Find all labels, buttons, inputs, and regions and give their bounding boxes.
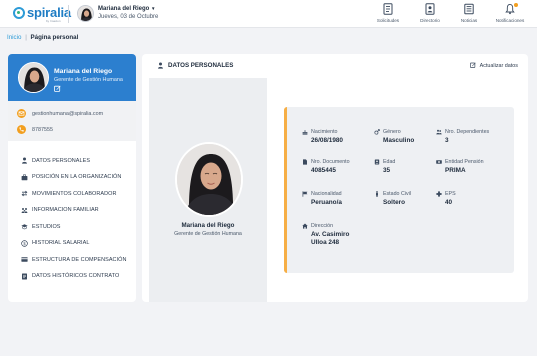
gender-icon (374, 129, 380, 135)
field-value: Soltero (383, 199, 406, 206)
field-label: Estado Civil (383, 191, 411, 197)
field-label: Entidad Pensión (445, 159, 484, 165)
field-value: 40 (445, 199, 453, 206)
money-icon: $ (21, 239, 28, 247)
field-label: Nacionalidad (311, 191, 342, 197)
user-icon (158, 62, 163, 69)
menu-item-label: MOVIMIENTOS COLABORADOR (32, 190, 117, 197)
flag-icon (302, 191, 308, 197)
edit-icon (470, 62, 477, 68)
news-icon (464, 3, 474, 15)
money-bill-icon (436, 160, 442, 164)
menu-item-label: ESTRUCTURA DE COMPENSACIÓN (32, 256, 127, 263)
edit-profile-icon[interactable] (54, 85, 61, 92)
logo-mark-icon (13, 7, 25, 19)
nav-news[interactable]: Noticias (449, 3, 489, 27)
nav-requests[interactable]: Solicitudes (368, 3, 408, 27)
field-label: Edad (383, 159, 396, 165)
svg-text:$: $ (23, 241, 26, 247)
phone-text[interactable]: 8787555 (32, 127, 53, 133)
personal-data-panel: DATOS PERSONALES Actualizar datos Marian… (142, 54, 528, 302)
field-value: 26/08/1980 (311, 137, 343, 144)
briefcase-icon (21, 174, 28, 180)
user-avatar[interactable] (77, 5, 94, 22)
document-icon (22, 273, 27, 279)
nav-notifications[interactable]: Notificaciones (490, 3, 530, 27)
nav-news-label: Noticias (460, 18, 478, 23)
current-date: Jueves, 03 de Octubre (98, 14, 159, 20)
field-value-line2: Ulloa 248 (311, 239, 340, 246)
field-value-line1: Av. Casimiro (311, 231, 350, 238)
requests-icon (383, 3, 393, 15)
profile-name: Mariana del Riego (54, 68, 113, 75)
person-photo (175, 142, 243, 217)
field-label: Nro. Documento (311, 159, 350, 165)
breadcrumb: Inicio | Página personal (7, 34, 78, 41)
field-value: 35 (383, 167, 391, 174)
menu-item-label: POSICIÓN EN LA ORGANIZACIÓN (32, 174, 122, 180)
header-divider (68, 5, 69, 23)
nav-directory[interactable]: Directorio (410, 3, 450, 27)
avatar-photo-icon (78, 6, 93, 21)
breadcrumb-separator: | (25, 34, 27, 41)
user-name-dropdown[interactable]: Mariana del Riego ▼ (98, 6, 156, 12)
profile-role: Gerente de Gestión Humana (54, 77, 123, 83)
profile-sidebar: Mariana del Riego Gerente de Gestión Hum… (8, 54, 136, 302)
field-value: 4085445 (311, 167, 336, 174)
update-data-label: Actualizar datos (479, 63, 518, 69)
person-photo-icon (177, 144, 241, 215)
user-name: Mariana del Riego (98, 6, 150, 12)
user-icon (22, 157, 27, 164)
file-icon (303, 159, 307, 165)
person-name: Mariana del Riego (181, 222, 235, 229)
field-value: 3 (445, 137, 449, 144)
personal-info-card: Nacimiento 26/08/1980 Género Masculino N… (284, 107, 514, 273)
exchange-icon (21, 190, 28, 197)
id-card-icon (374, 159, 380, 165)
cake-icon (302, 130, 308, 135)
directory-icon (425, 3, 435, 15)
field-value: Masculino (383, 137, 415, 144)
home-icon (302, 223, 308, 229)
logo-subtitle: by Imaxion (46, 19, 61, 23)
menu-item-label: DATOS HISTÓRICOS CONTRATO (32, 273, 120, 279)
field-label: Nro. Dependientes (445, 129, 490, 135)
menu-item-label: HISTORIAL SALARIAL (32, 240, 90, 246)
person-icon (376, 191, 378, 197)
update-data-button[interactable]: Actualizar datos (470, 62, 518, 69)
notification-badge (514, 3, 518, 7)
field-label: Género (383, 129, 401, 135)
phone-icon (17, 125, 26, 134)
breadcrumb-home-link[interactable]: Inicio (7, 34, 21, 41)
email-icon (17, 109, 26, 118)
section-title-label: DATOS PERSONALES (168, 62, 234, 69)
family-icon (21, 207, 28, 213)
profile-photo (18, 62, 49, 93)
breadcrumb-current: Página personal (30, 34, 79, 41)
card-icon (21, 257, 28, 262)
menu-item-label: DATOS PERSONALES (32, 157, 91, 164)
users-icon (436, 129, 442, 135)
person-role: Gerente de Gestión Humana (174, 231, 242, 237)
nav-requests-label: Solicitudes (376, 18, 400, 23)
field-label: EPS (445, 191, 456, 197)
field-label: Nacimiento (311, 129, 338, 135)
plus-icon (436, 191, 442, 197)
menu-item-label: ESTUDIOS (32, 223, 61, 230)
graduation-icon (21, 224, 28, 230)
menu-item-label: INFORMACION FAMILIAR (32, 207, 99, 213)
email-text[interactable]: gestionhumana@spiralia.com (32, 111, 103, 117)
contact-info: gestionhumana@spiralia.com 8787555 (8, 101, 136, 141)
field-value: PRIMA (445, 167, 466, 174)
nav-directory-label: Directorio (420, 18, 440, 23)
photo-panel: Mariana del Riego Gerente de Gestión Hum… (149, 78, 267, 302)
caret-down-icon: ▼ (151, 6, 156, 11)
profile-photo-icon (19, 63, 48, 92)
profile-header: Mariana del Riego Gerente de Gestión Hum… (8, 54, 136, 101)
top-bar: spiralia by Imaxion Mariana del Riego ▼ … (0, 0, 537, 28)
nav-notifications-label: Notificaciones (495, 18, 525, 23)
field-label: Dirección (311, 223, 334, 229)
field-value: Peruano/a (311, 199, 342, 206)
logo-text: spiralia (27, 5, 71, 20)
